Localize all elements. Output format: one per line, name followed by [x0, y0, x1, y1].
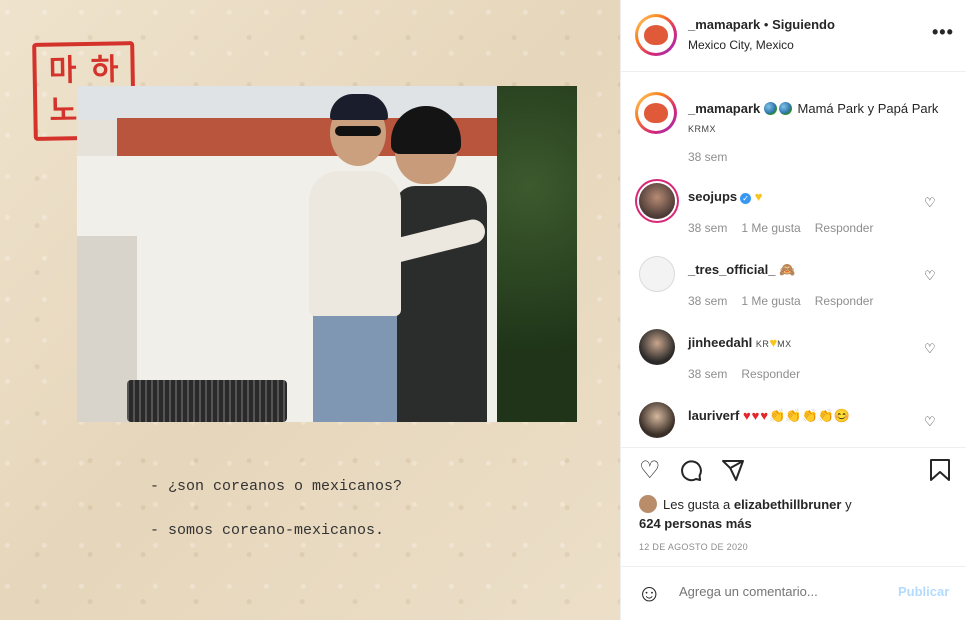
- post-actions-bar: ♡: [621, 447, 966, 497]
- seal-char: 마: [48, 53, 77, 89]
- comment-username[interactable]: seojups: [688, 189, 737, 204]
- globe-icon: [778, 102, 792, 115]
- paper-plane-icon[interactable]: [721, 458, 745, 488]
- comment-text: seojups ✓ ♥: [688, 189, 762, 204]
- post-image[interactable]: 마 하 노 디 - ¿son coreanos o mexicanos? - s…: [0, 0, 620, 620]
- liker-username[interactable]: elizabethillbruner: [734, 497, 842, 512]
- bbq-grill: [127, 380, 287, 422]
- emoji-smile-icon[interactable]: ☺: [637, 580, 662, 608]
- publish-button[interactable]: Publicar: [898, 584, 949, 599]
- comment-time[interactable]: 38 sem: [688, 294, 727, 308]
- comment-like-icon[interactable]: ♡: [924, 414, 936, 430]
- seal-char: 하: [90, 52, 119, 88]
- comment-like-icon[interactable]: ♡: [924, 195, 936, 211]
- comment-username[interactable]: _tres_official_: [688, 262, 775, 277]
- caption-timestamp[interactable]: 38 sem: [688, 150, 727, 164]
- caption-body: Mamá Park y Papá Park: [797, 101, 939, 116]
- reply-button[interactable]: Responder: [815, 221, 874, 235]
- kr-tag: KR: [755, 339, 770, 349]
- avatar[interactable]: [639, 495, 657, 513]
- comment-username[interactable]: jinheedahl: [688, 335, 752, 350]
- header-separator: •: [760, 17, 773, 32]
- reply-button[interactable]: Responder: [815, 294, 874, 308]
- post-date[interactable]: 12 DE AGOSTO DE 2020: [639, 542, 748, 552]
- comment-bubble-icon[interactable]: [679, 458, 703, 488]
- comment-text: jinheedahl KR♥MX: [688, 335, 792, 350]
- caption-username[interactable]: _mamapark: [688, 101, 760, 116]
- comment-text: _tres_official_ 🙈: [688, 262, 795, 278]
- red-hearts-icon: ♥♥♥: [742, 408, 770, 423]
- avatar[interactable]: [639, 329, 675, 365]
- likes-summary: Les gusta a elizabethillbruner y 624 per…: [639, 495, 959, 533]
- reply-button[interactable]: Responder: [741, 367, 800, 381]
- comment-item: _tres_official_ 🙈 38 sem 1 Me gusta Respon…: [621, 256, 966, 328]
- caption-text: _mamapark Mamá Park y Papá Park KRMX: [688, 99, 948, 139]
- comment-likes[interactable]: 1 Me gusta: [741, 294, 800, 308]
- verified-badge-icon: ✓: [740, 193, 752, 204]
- mamapark-logo-icon: [644, 103, 668, 123]
- heart-icon[interactable]: ♡: [639, 458, 661, 484]
- photo-bush: [497, 86, 577, 422]
- couple-photo: [77, 86, 577, 422]
- mx-tag: MX: [777, 339, 792, 349]
- comment-time[interactable]: 38 sem: [688, 367, 727, 381]
- comment-like-icon[interactable]: ♡: [924, 341, 936, 357]
- avatar[interactable]: [635, 14, 677, 56]
- avatar-inner: [638, 17, 674, 53]
- add-comment-bar: ☺ Publicar: [621, 566, 966, 620]
- avatar[interactable]: [639, 402, 675, 438]
- mamapark-logo-icon: [644, 25, 668, 45]
- caption-tag: KRMX: [688, 124, 717, 134]
- more-horizontal-icon[interactable]: •••: [932, 22, 954, 43]
- yellow-heart-icon: ♥: [769, 335, 778, 350]
- post-side-panel: _mamapark • Siguiendo Mexico City, Mexic…: [620, 0, 966, 620]
- post-location[interactable]: Mexico City, Mexico: [688, 38, 794, 52]
- man-sunglasses: [335, 126, 381, 136]
- yellow-heart-icon: ♥: [754, 189, 763, 204]
- header-username[interactable]: _mamapark: [688, 17, 760, 32]
- comment-item: jinheedahl KR♥MX 38 sem Responder ♡: [621, 329, 966, 401]
- avatar[interactable]: [639, 256, 675, 292]
- caption-line: - somos coreano-mexicanos.: [150, 522, 385, 539]
- bookmark-icon[interactable]: [929, 458, 951, 488]
- likes-conj: y: [845, 497, 852, 512]
- post-image-caption: - ¿son coreanos o mexicanos? - somos cor…: [150, 478, 402, 566]
- monkey-icon: 🙈: [779, 262, 796, 277]
- smile-face-icon: 😊: [833, 408, 851, 423]
- globe-icon: [763, 102, 777, 115]
- comment-item: seojups ✓ ♥ 38 sem 1 Me gusta Responder ♡: [621, 183, 966, 255]
- avatar[interactable]: [635, 92, 677, 134]
- comment-username[interactable]: lauriverf: [688, 408, 739, 423]
- caption-line: - ¿son coreanos o mexicanos?: [150, 478, 403, 495]
- comment-input[interactable]: [679, 584, 879, 599]
- clap-icon: 👏👏👏👏: [769, 408, 834, 423]
- header-name-row: _mamapark • Siguiendo: [688, 17, 835, 32]
- comment-meta: 38 sem 1 Me gusta Responder: [688, 294, 887, 308]
- comment-likes[interactable]: 1 Me gusta: [741, 221, 800, 235]
- comment-like-icon[interactable]: ♡: [924, 268, 936, 284]
- comment-text: lauriverf ♥♥♥👏👏👏👏😊: [688, 408, 850, 424]
- avatar[interactable]: [639, 183, 675, 219]
- likes-others-link[interactable]: 624 personas más: [639, 516, 752, 531]
- likes-prefix: Les gusta a: [663, 497, 731, 512]
- avatar-inner: [638, 95, 674, 131]
- man-jeans: [313, 314, 397, 422]
- comment-meta: 38 sem Responder: [688, 367, 814, 381]
- comment-time[interactable]: 38 sem: [688, 221, 727, 235]
- comment-meta: 38 sem 1 Me gusta Responder: [688, 221, 887, 235]
- follow-status-button[interactable]: Siguiendo: [772, 17, 835, 32]
- post-header: _mamapark • Siguiendo Mexico City, Mexic…: [621, 0, 966, 72]
